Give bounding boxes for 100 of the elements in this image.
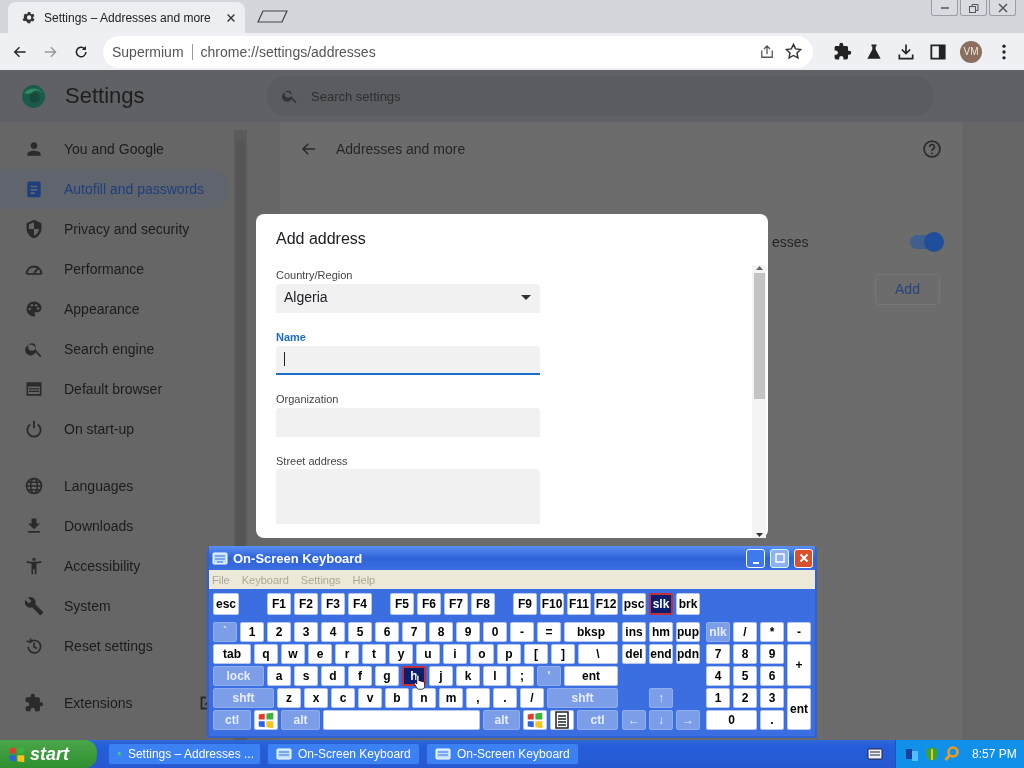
taskbar-button[interactable]: On-Screen Keyboard [267,743,420,765]
keycap[interactable]: * [760,622,784,642]
keycap[interactable]: k [456,666,480,686]
keycap[interactable]: d [321,666,345,686]
keycap[interactable]: ; [510,666,534,686]
keycap[interactable]: 2 [733,688,757,708]
new-tab-icon[interactable] [257,10,288,24]
toggle-switch[interactable] [910,235,942,249]
keycap[interactable]: g [375,666,399,686]
keycap[interactable]: pdn [676,644,700,664]
keycap[interactable]: F10 [540,593,564,615]
keycap[interactable]: - [787,622,811,642]
keycap[interactable]: 7 [706,644,730,664]
keycap[interactable]: 8 [429,622,453,642]
keycap[interactable]: F3 [321,593,345,615]
network-icon[interactable] [904,746,920,762]
keycap[interactable]: pup [676,622,700,642]
keycap[interactable]: 6 [375,622,399,642]
side-panel-icon[interactable] [928,41,948,62]
help-icon[interactable] [922,139,942,159]
keycap[interactable]: / [733,622,757,642]
keycap[interactable]: e [308,644,332,664]
keycap[interactable]: 9 [760,644,784,664]
profile-avatar[interactable]: VM [960,40,982,63]
keycap[interactable]: hm [649,622,673,642]
keycap[interactable]: - [510,622,534,642]
keycap[interactable]: s [294,666,318,686]
keycap[interactable]: ins [622,622,646,642]
keycap[interactable]: l [483,666,507,686]
keycap[interactable]: brk [676,593,700,615]
start-button[interactable]: start [0,740,97,768]
browser-tab[interactable]: Settings – Addresses and more [8,2,245,34]
keycap[interactable]: , [466,688,490,708]
keycap[interactable]: bksp [564,622,618,642]
taskbar-button[interactable]: Settings – Addresses ... [108,743,261,765]
keycap[interactable]: m [439,688,463,708]
keycap[interactable]: 5 [733,666,757,686]
keycap[interactable]: + [787,644,811,686]
star-icon[interactable] [784,42,803,62]
keycap[interactable]: . [493,688,517,708]
keycap[interactable]: 0 [706,710,757,730]
taskbar-button[interactable]: On-Screen Keyboard [426,743,579,765]
keycap[interactable]: 3 [294,622,318,642]
keycap[interactable]: = [537,622,561,642]
keycap[interactable]: 3 [760,688,784,708]
keycap[interactable]: psc [622,593,646,615]
keycap[interactable]: ent [564,666,618,686]
keycap[interactable]: f [348,666,372,686]
keycap[interactable]: [ [524,644,548,664]
windows-key[interactable] [254,710,278,730]
keycap[interactable]: 9 [456,622,480,642]
keycap[interactable]: F2 [294,593,318,615]
keyboard-icon[interactable] [867,747,883,761]
keycap[interactable]: 4 [706,666,730,686]
keycap[interactable]: esc [213,593,239,615]
keycap[interactable]: F4 [348,593,372,615]
keycap[interactable]: b [385,688,409,708]
keycap[interactable]: q [254,644,278,664]
keycap[interactable]: 7 [402,622,426,642]
menu-key[interactable] [550,710,574,730]
keycap[interactable]: p [497,644,521,664]
puzzle-icon[interactable] [833,42,852,62]
keycap[interactable]: r [335,644,359,664]
keycap[interactable]: 4 [321,622,345,642]
keycap[interactable]: 1 [240,622,264,642]
keycap[interactable]: w [281,644,305,664]
keycap[interactable]: F11 [567,593,591,615]
keycap[interactable]: tab [213,644,251,664]
back-arrow-icon[interactable] [300,140,318,158]
keycap[interactable]: 6 [760,666,784,686]
keycap[interactable]: a [267,666,291,686]
keycap[interactable]: i [443,644,467,664]
keycap[interactable]: u [416,644,440,664]
keycap[interactable]: . [760,710,784,730]
keycap[interactable]: c [331,688,355,708]
restore-button[interactable] [960,0,987,16]
dropdown-field[interactable]: Algeria [276,283,540,313]
keycap[interactable]: del [622,644,646,664]
keycap[interactable]: \ [578,644,618,664]
maximize-button[interactable] [770,548,789,568]
keycap[interactable]: x [304,688,328,708]
keycap[interactable]: y [389,644,413,664]
keycap[interactable]: n [412,688,436,708]
address-bar[interactable]: Supermium chrome://settings/addresses [103,35,813,68]
keycap[interactable]: ent [787,688,811,730]
windows-key[interactable] [523,710,547,730]
keycap[interactable]: slk [649,593,673,615]
keycap[interactable]: F9 [513,593,537,615]
keycap[interactable]: ] [551,644,575,664]
keycap[interactable]: 2 [267,622,291,642]
keycap[interactable]: v [358,688,382,708]
keycap[interactable]: 8 [733,644,757,664]
close-button[interactable] [989,0,1016,16]
keycap[interactable]: end [649,644,673,664]
keycap[interactable]: z [277,688,301,708]
keycap[interactable]: F12 [594,593,618,615]
keycap[interactable]: F1 [267,593,291,615]
keycap[interactable]: F5 [390,593,414,615]
keycap[interactable]: F7 [444,593,468,615]
minimize-button[interactable] [931,0,958,16]
